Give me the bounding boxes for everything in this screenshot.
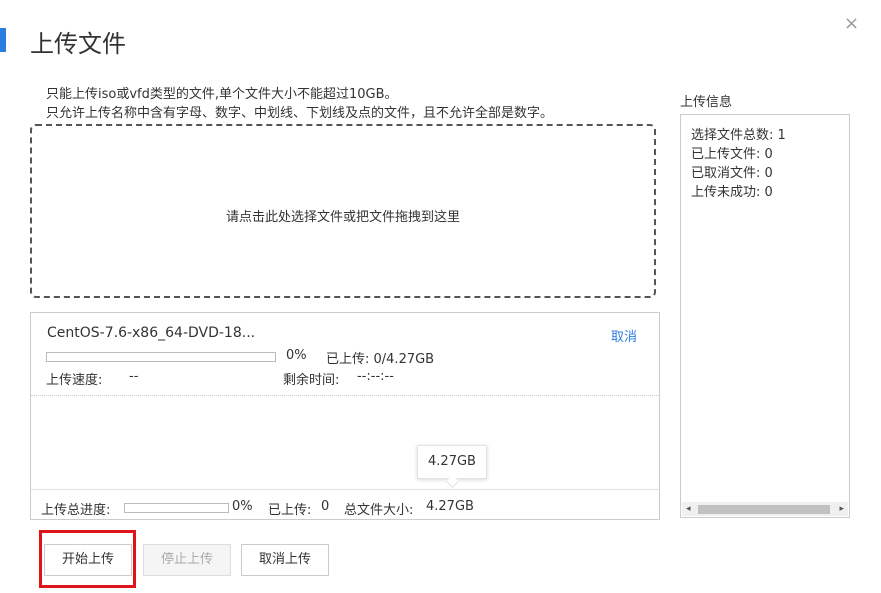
file-progress-bar [46, 352, 276, 362]
upload-info-title: 上传信息 [680, 95, 733, 110]
file-progress-percent: 0% [286, 348, 307, 363]
dialog-title: 上传文件 [30, 30, 126, 58]
size-tooltip: 4.27GB [417, 445, 487, 488]
stop-upload-button[interactable]: 停止上传 [143, 544, 231, 576]
total-uploaded-label: 已上传: [268, 503, 312, 518]
remaining-value: --:--:-- [357, 369, 394, 384]
total-divider [31, 489, 659, 490]
info-total-files: 选择文件总数: 1 [691, 128, 786, 143]
info-uploaded-files: 已上传文件: 0 [691, 147, 773, 162]
info-failed-files: 上传未成功: 0 [691, 185, 773, 200]
total-progress-label: 上传总进度: [41, 503, 111, 518]
upload-dialog: 上传文件 × 只能上传iso或vfd类型的文件,单个文件大小不能超过10GB。 … [0, 0, 881, 593]
info-horizontal-scrollbar[interactable]: ◂ ▸ [682, 502, 848, 516]
total-uploaded-value: 0 [321, 499, 330, 514]
total-size-label: 总文件大小: [344, 503, 414, 518]
total-progress-bar [124, 503, 229, 513]
tooltip-text: 4.27GB [428, 454, 476, 469]
info-cancelled-files: 已取消文件: 0 [691, 166, 773, 181]
hint-file-type: 只能上传iso或vfd类型的文件,单个文件大小不能超过10GB。 [46, 87, 398, 102]
close-icon[interactable]: × [844, 14, 859, 34]
upload-file-list: CentOS-7.6-x86_64-DVD-18... 取消 0% 已上传: 0… [30, 312, 660, 520]
file-separator [31, 395, 659, 396]
file-cancel-link[interactable]: 取消 [611, 326, 637, 345]
file-name: CentOS-7.6-x86_64-DVD-18... [47, 325, 256, 341]
speed-label: 上传速度: [46, 373, 103, 388]
total-progress-percent: 0% [232, 499, 253, 514]
tooltip-arrow [446, 475, 459, 488]
file-uploaded-size: 已上传: 0/4.27GB [326, 352, 435, 367]
scrollbar-thumb[interactable] [698, 505, 830, 514]
dropzone-text: 请点击此处选择文件或把文件拖拽到这里 [225, 210, 460, 225]
file-dropzone[interactable]: 请点击此处选择文件或把文件拖拽到这里 [30, 124, 656, 298]
scroll-left-icon[interactable]: ◂ [686, 503, 691, 515]
speed-value: -- [129, 369, 139, 384]
hint-file-name: 只允许上传名称中含有字母、数字、中划线、下划线及点的文件，且不允许全部是数字。 [46, 106, 554, 121]
upload-info-panel: 选择文件总数: 1 已上传文件: 0 已取消文件: 0 上传未成功: 0 ◂ ▸ [680, 114, 850, 518]
title-accent-bar [0, 28, 6, 52]
remaining-label: 剩余时间: [283, 373, 340, 388]
total-size-value: 4.27GB [426, 499, 474, 514]
scroll-right-icon[interactable]: ▸ [839, 503, 844, 515]
cancel-upload-button[interactable]: 取消上传 [241, 544, 329, 576]
highlight-box [39, 530, 136, 588]
